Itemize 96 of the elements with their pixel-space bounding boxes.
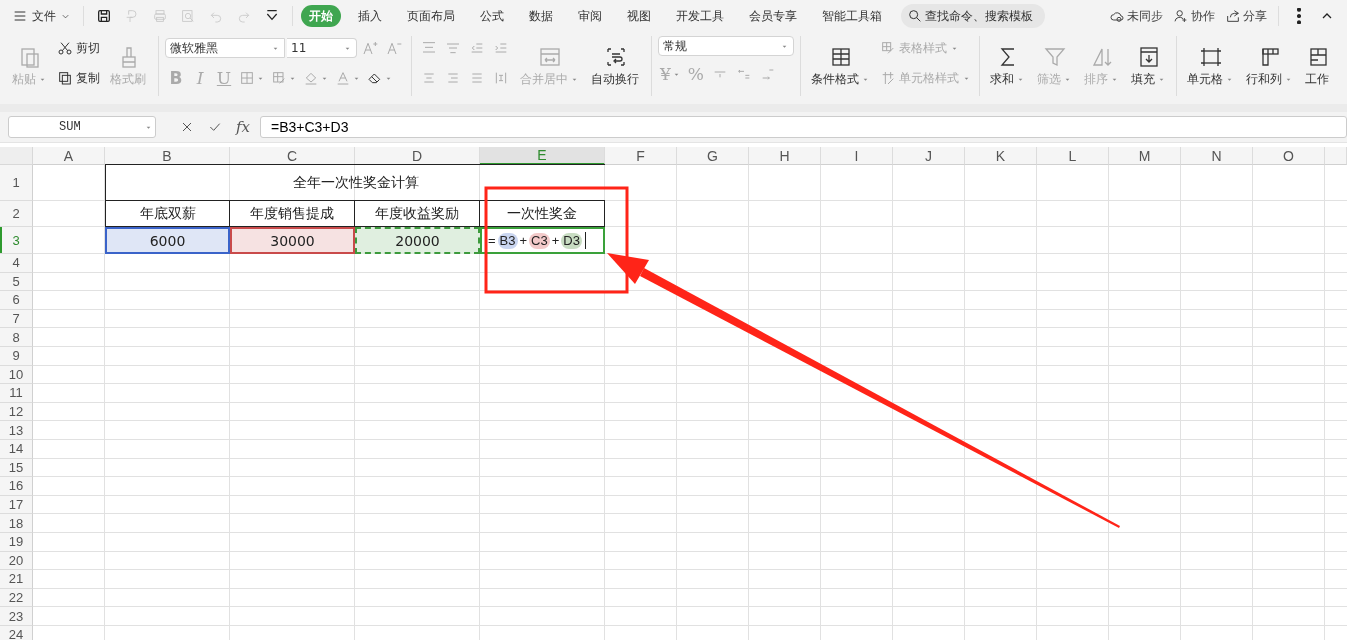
column-header[interactable]: J: [893, 147, 965, 165]
row-header[interactable]: 23: [0, 607, 33, 626]
ribbon-button[interactable]: 复制: [55, 66, 102, 90]
row-header[interactable]: 3: [0, 227, 33, 254]
print-preview-icon: [180, 8, 196, 24]
formula-input[interactable]: =B3+C3+D3: [260, 116, 1347, 138]
column-header[interactable]: I: [821, 147, 893, 165]
ribbon-button[interactable]: 填充: [1127, 36, 1170, 92]
file-menu-button[interactable]: 文件: [8, 5, 75, 27]
row-header[interactable]: 6: [0, 291, 33, 310]
share-icon: [1225, 8, 1241, 24]
cell-style-icon: [880, 70, 896, 86]
font-grow-icon: [362, 40, 378, 56]
column-header[interactable]: A: [33, 147, 105, 165]
ribbon-button[interactable]: 工作: [1301, 36, 1335, 92]
formula-operator: =: [488, 232, 496, 249]
row-header[interactable]: 16: [0, 477, 33, 496]
align-icon: [469, 70, 485, 86]
row-header[interactable]: 21: [0, 570, 33, 589]
scissors-icon: [57, 40, 73, 56]
column-header[interactable]: H: [749, 147, 821, 165]
table-style-icon: [880, 40, 896, 56]
cell-edit-icon: [271, 70, 287, 86]
ribbon-tab[interactable]: 审阅: [570, 5, 610, 27]
ribbon-button[interactable]: 行和列: [1242, 36, 1297, 92]
ribbon-tab[interactable]: 会员专享: [741, 5, 805, 27]
font-shrink-icon: [386, 40, 402, 56]
ribbon-button[interactable]: 自动换行: [587, 36, 645, 92]
align-icon: [469, 40, 485, 56]
text-cursor: [584, 232, 586, 249]
referenced-cell[interactable]: 6000: [105, 227, 230, 254]
name-box[interactable]: SUM: [8, 116, 156, 138]
ribbon-tab[interactable]: 开发工具: [668, 5, 732, 27]
border-icon: [239, 70, 255, 86]
more-icon: [1297, 8, 1301, 24]
column-header[interactable]: C: [230, 147, 355, 165]
person-add-icon: [1173, 8, 1189, 24]
font-size-dropdown[interactable]: 11: [287, 38, 357, 58]
insert-function-button[interactable]: fx: [232, 116, 254, 138]
row-header[interactable]: 18: [0, 514, 33, 533]
ribbon-button[interactable]: 单元格: [1183, 36, 1238, 92]
referenced-cell[interactable]: 20000: [355, 227, 480, 254]
toolbar-button[interactable]: 未同步: [1106, 7, 1166, 25]
ribbon-tab[interactable]: 公式: [472, 5, 512, 27]
column-header[interactable]: O: [1253, 147, 1325, 165]
toolbar-button[interactable]: 分享: [1222, 7, 1270, 25]
select-all-corner[interactable]: [0, 147, 33, 165]
referenced-cell[interactable]: 30000: [230, 227, 355, 254]
ribbon-button[interactable]: 剪切: [55, 36, 102, 60]
column-header[interactable]: F: [605, 147, 677, 165]
row-header[interactable]: 1: [0, 165, 33, 201]
ribbon-tab[interactable]: 页面布局: [399, 5, 463, 27]
column-header[interactable]: M: [1109, 147, 1181, 165]
align-icon: [421, 40, 437, 56]
font-dropdown[interactable]: 微软雅黑: [165, 38, 285, 58]
column-header[interactable]: [1325, 147, 1347, 165]
align-icon: [493, 70, 509, 86]
row-header[interactable]: 11: [0, 384, 33, 403]
ribbon-button[interactable]: 求和: [986, 36, 1029, 92]
column-header[interactable]: G: [677, 147, 749, 165]
search-field[interactable]: 查找命令、搜索模板: [901, 4, 1045, 28]
print-icon: [152, 8, 168, 24]
number-format-dropdown[interactable]: 常规: [658, 36, 794, 56]
cell-reference: D3: [561, 232, 582, 249]
align-icon: [445, 70, 461, 86]
column-header[interactable]: D: [355, 147, 480, 165]
formula-operator: +: [519, 232, 528, 249]
align-icon: [493, 40, 509, 56]
font-color-icon: [335, 70, 351, 86]
copy-icon: [57, 70, 73, 86]
cell-reference: B3: [497, 232, 518, 249]
ribbon-tab[interactable]: 智能工具箱: [814, 5, 890, 27]
column-header[interactable]: N: [1181, 147, 1253, 165]
row-header[interactable]: 13: [0, 421, 33, 440]
row-header[interactable]: 2: [0, 201, 33, 227]
column-header[interactable]: K: [965, 147, 1037, 165]
active-cell-editor[interactable]: = B3 + C3 + D3: [480, 227, 605, 254]
row-header[interactable]: 8: [0, 328, 33, 347]
column-header[interactable]: L: [1037, 147, 1109, 165]
ribbon-tab[interactable]: 插入: [350, 5, 390, 27]
menu-icon: [12, 8, 28, 24]
ribbon-button[interactable]: 条件格式: [807, 36, 874, 92]
column-header[interactable]: B: [105, 147, 230, 165]
ribbon-tab[interactable]: 视图: [619, 5, 659, 27]
align-icon: [421, 70, 437, 86]
save-icon: [96, 8, 112, 24]
title-cell[interactable]: 全年一次性奖金计算: [105, 164, 605, 201]
formula-operator: +: [551, 232, 560, 249]
row-header[interactable]: 4: [0, 254, 33, 273]
header-cell[interactable]: 一次性奖金: [480, 201, 605, 227]
ribbon-tab[interactable]: 数据: [521, 5, 561, 27]
search-icon: [907, 8, 923, 24]
cell-reference: C3: [529, 232, 550, 249]
fill-bucket-icon: [303, 70, 319, 86]
toolbar-button[interactable]: 协作: [1170, 7, 1218, 25]
align-icon: [445, 40, 461, 56]
